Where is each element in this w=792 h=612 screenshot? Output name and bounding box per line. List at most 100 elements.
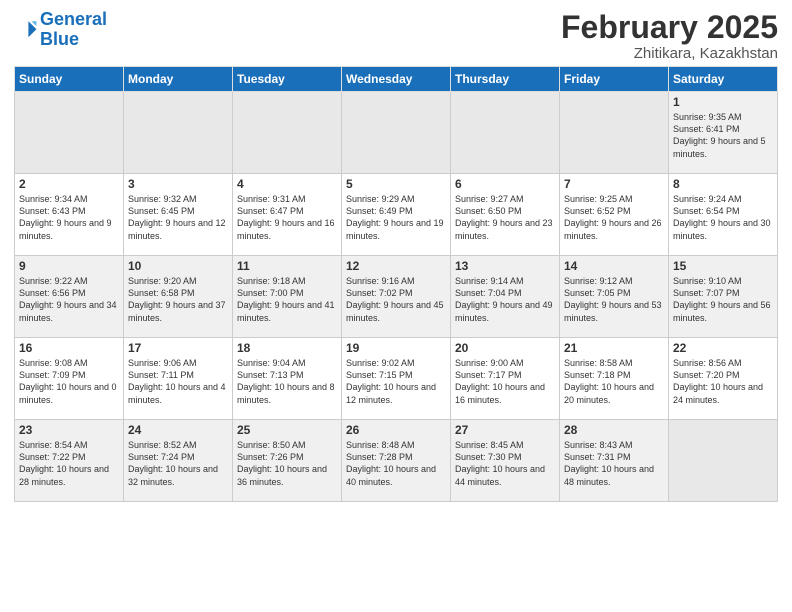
- day-number: 19: [346, 341, 446, 355]
- day-number: 18: [237, 341, 337, 355]
- day-number: 13: [455, 259, 555, 273]
- day-info: Sunrise: 9:25 AM Sunset: 6:52 PM Dayligh…: [564, 193, 664, 242]
- day-info: Sunrise: 8:43 AM Sunset: 7:31 PM Dayligh…: [564, 439, 664, 488]
- day-number: 14: [564, 259, 664, 273]
- day-info: Sunrise: 9:18 AM Sunset: 7:00 PM Dayligh…: [237, 275, 337, 324]
- calendar-table: Sunday Monday Tuesday Wednesday Thursday…: [14, 66, 778, 502]
- day-info: Sunrise: 9:20 AM Sunset: 6:58 PM Dayligh…: [128, 275, 228, 324]
- col-friday: Friday: [560, 67, 669, 92]
- col-thursday: Thursday: [451, 67, 560, 92]
- day-info: Sunrise: 9:04 AM Sunset: 7:13 PM Dayligh…: [237, 357, 337, 406]
- calendar-cell: 1 Sunrise: 9:35 AM Sunset: 6:41 PM Daylig…: [669, 92, 778, 174]
- day-number: 26: [346, 423, 446, 437]
- day-number: 1: [673, 95, 773, 109]
- calendar-cell: 19 Sunrise: 9:02 AM Sunset: 7:15 PM Dayli…: [342, 338, 451, 420]
- day-number: 15: [673, 259, 773, 273]
- day-number: 10: [128, 259, 228, 273]
- day-info: Sunrise: 9:34 AM Sunset: 6:43 PM Dayligh…: [19, 193, 119, 242]
- header: General Blue February 2025 Zhitikara, Ka…: [14, 10, 778, 62]
- location-subtitle: Zhitikara, Kazakhstan: [561, 45, 778, 62]
- calendar-cell: [560, 92, 669, 174]
- calendar-cell: 23 Sunrise: 8:54 AM Sunset: 7:22 PM Dayli…: [15, 420, 124, 502]
- calendar-cell: 3Sunrise: 9:32 AM Sunset: 6:45 PM Daylig…: [124, 174, 233, 256]
- calendar-cell: [451, 92, 560, 174]
- calendar-week-row: 1 Sunrise: 9:35 AM Sunset: 6:41 PM Daylig…: [15, 92, 778, 174]
- col-monday: Monday: [124, 67, 233, 92]
- calendar-cell: [669, 420, 778, 502]
- calendar-cell: 20 Sunrise: 9:00 AM Sunset: 7:17 PM Dayli…: [451, 338, 560, 420]
- calendar-week-row: 23 Sunrise: 8:54 AM Sunset: 7:22 PM Dayli…: [15, 420, 778, 502]
- calendar-cell: 6Sunrise: 9:27 AM Sunset: 6:50 PM Daylig…: [451, 174, 560, 256]
- day-number: 27: [455, 423, 555, 437]
- calendar-week-row: 16Sunrise: 9:08 AM Sunset: 7:09 PM Dayli…: [15, 338, 778, 420]
- calendar-cell: [15, 92, 124, 174]
- month-title: February 2025: [561, 10, 778, 45]
- calendar-cell: 8 Sunrise: 9:24 AM Sunset: 6:54 PM Daylig…: [669, 174, 778, 256]
- day-number: 12: [346, 259, 446, 273]
- day-info: Sunrise: 9:02 AM Sunset: 7:15 PM Dayligh…: [346, 357, 446, 406]
- day-info: Sunrise: 8:52 AM Sunset: 7:24 PM Dayligh…: [128, 439, 228, 488]
- day-number: 28: [564, 423, 664, 437]
- calendar-cell: 10 Sunrise: 9:20 AM Sunset: 6:58 PM Dayli…: [124, 256, 233, 338]
- calendar-cell: [342, 92, 451, 174]
- logo-blue: Blue: [40, 30, 107, 50]
- day-info: Sunrise: 9:35 AM Sunset: 6:41 PM Dayligh…: [673, 111, 773, 160]
- logo: General Blue: [14, 10, 107, 50]
- col-saturday: Saturday: [669, 67, 778, 92]
- calendar-cell: 21Sunrise: 8:58 AM Sunset: 7:18 PM Dayli…: [560, 338, 669, 420]
- calendar-cell: 22Sunrise: 8:56 AM Sunset: 7:20 PM Dayli…: [669, 338, 778, 420]
- day-info: Sunrise: 9:08 AM Sunset: 7:09 PM Dayligh…: [19, 357, 119, 406]
- calendar-cell: 2 Sunrise: 9:34 AM Sunset: 6:43 PM Daylig…: [15, 174, 124, 256]
- calendar-cell: [233, 92, 342, 174]
- day-info: Sunrise: 9:16 AM Sunset: 7:02 PM Dayligh…: [346, 275, 446, 324]
- day-number: 4: [237, 177, 337, 191]
- day-number: 5: [346, 177, 446, 191]
- calendar-cell: 14 Sunrise: 9:12 AM Sunset: 7:05 PM Dayli…: [560, 256, 669, 338]
- calendar-cell: 12 Sunrise: 9:16 AM Sunset: 7:02 PM Dayli…: [342, 256, 451, 338]
- day-number: 9: [19, 259, 119, 273]
- day-info: Sunrise: 9:00 AM Sunset: 7:17 PM Dayligh…: [455, 357, 555, 406]
- day-info: Sunrise: 8:56 AM Sunset: 7:20 PM Dayligh…: [673, 357, 773, 406]
- day-info: Sunrise: 9:12 AM Sunset: 7:05 PM Dayligh…: [564, 275, 664, 324]
- day-info: Sunrise: 8:45 AM Sunset: 7:30 PM Dayligh…: [455, 439, 555, 488]
- day-number: 25: [237, 423, 337, 437]
- calendar-cell: 4 Sunrise: 9:31 AM Sunset: 6:47 PM Daylig…: [233, 174, 342, 256]
- calendar-cell: 13Sunrise: 9:14 AM Sunset: 7:04 PM Dayli…: [451, 256, 560, 338]
- calendar-cell: 16Sunrise: 9:08 AM Sunset: 7:09 PM Dayli…: [15, 338, 124, 420]
- calendar-cell: 9 Sunrise: 9:22 AM Sunset: 6:56 PM Daylig…: [15, 256, 124, 338]
- logo-icon: [14, 18, 38, 42]
- day-number: 11: [237, 259, 337, 273]
- day-info: Sunrise: 8:48 AM Sunset: 7:28 PM Dayligh…: [346, 439, 446, 488]
- calendar-week-row: 9 Sunrise: 9:22 AM Sunset: 6:56 PM Daylig…: [15, 256, 778, 338]
- day-number: 2: [19, 177, 119, 191]
- calendar-cell: 27 Sunrise: 8:45 AM Sunset: 7:30 PM Dayli…: [451, 420, 560, 502]
- day-number: 6: [455, 177, 555, 191]
- calendar-week-row: 2 Sunrise: 9:34 AM Sunset: 6:43 PM Daylig…: [15, 174, 778, 256]
- day-number: 21: [564, 341, 664, 355]
- day-info: Sunrise: 8:50 AM Sunset: 7:26 PM Dayligh…: [237, 439, 337, 488]
- day-number: 23: [19, 423, 119, 437]
- day-info: Sunrise: 9:31 AM Sunset: 6:47 PM Dayligh…: [237, 193, 337, 242]
- col-sunday: Sunday: [15, 67, 124, 92]
- calendar-cell: [124, 92, 233, 174]
- calendar-cell: 26 Sunrise: 8:48 AM Sunset: 7:28 PM Dayli…: [342, 420, 451, 502]
- day-info: Sunrise: 8:54 AM Sunset: 7:22 PM Dayligh…: [19, 439, 119, 488]
- logo-general: General: [40, 10, 107, 30]
- day-info: Sunrise: 9:06 AM Sunset: 7:11 PM Dayligh…: [128, 357, 228, 406]
- calendar-cell: 17Sunrise: 9:06 AM Sunset: 7:11 PM Dayli…: [124, 338, 233, 420]
- day-number: 24: [128, 423, 228, 437]
- col-wednesday: Wednesday: [342, 67, 451, 92]
- calendar-cell: 5Sunrise: 9:29 AM Sunset: 6:49 PM Daylig…: [342, 174, 451, 256]
- page-container: General Blue February 2025 Zhitikara, Ka…: [0, 0, 792, 512]
- day-number: 8: [673, 177, 773, 191]
- calendar-cell: 25 Sunrise: 8:50 AM Sunset: 7:26 PM Dayli…: [233, 420, 342, 502]
- calendar-cell: 18 Sunrise: 9:04 AM Sunset: 7:13 PM Dayli…: [233, 338, 342, 420]
- day-info: Sunrise: 9:10 AM Sunset: 7:07 PM Dayligh…: [673, 275, 773, 324]
- calendar-cell: 15 Sunrise: 9:10 AM Sunset: 7:07 PM Dayli…: [669, 256, 778, 338]
- day-info: Sunrise: 9:22 AM Sunset: 6:56 PM Dayligh…: [19, 275, 119, 324]
- day-info: Sunrise: 9:24 AM Sunset: 6:54 PM Dayligh…: [673, 193, 773, 242]
- day-number: 3: [128, 177, 228, 191]
- day-number: 20: [455, 341, 555, 355]
- col-tuesday: Tuesday: [233, 67, 342, 92]
- calendar-cell: 11 Sunrise: 9:18 AM Sunset: 7:00 PM Dayli…: [233, 256, 342, 338]
